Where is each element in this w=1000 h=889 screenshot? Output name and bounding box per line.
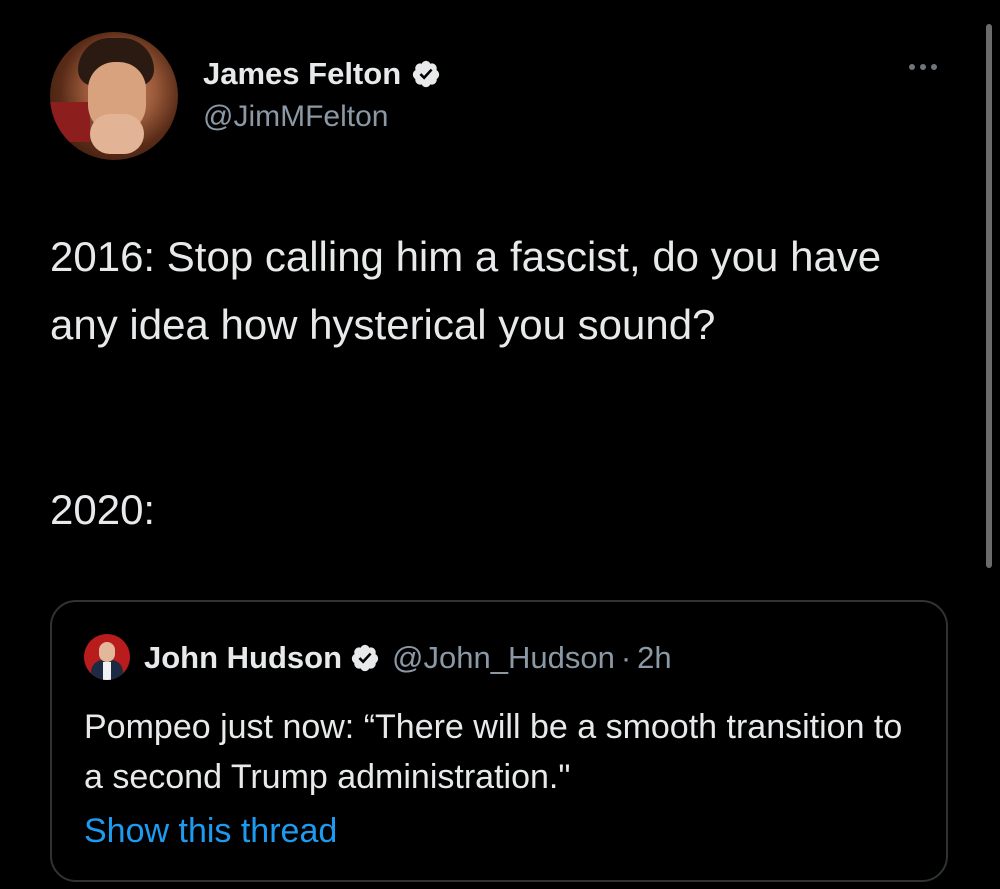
more-options-icon[interactable] [909, 64, 937, 70]
author-display-name[interactable]: James Felton [203, 56, 401, 92]
verified-badge-icon [351, 644, 379, 672]
quoted-tweet-time[interactable]: 2h [637, 640, 671, 676]
quoted-tweet-header: John Hudson @John_Hudson · 2h [144, 638, 672, 678]
avatar-face [99, 642, 115, 662]
quoted-tweet-text: Pompeo just now: “There will be a smooth… [84, 708, 903, 796]
header-separator: · [620, 640, 632, 675]
avatar-shirt [103, 662, 111, 680]
more-dot [931, 64, 937, 70]
avatar-hand [90, 114, 144, 154]
tweet-text-year: 2020: [50, 486, 156, 533]
author-name-row[interactable]: James Felton [203, 54, 441, 94]
verified-badge-icon [412, 60, 440, 88]
avatar-background [50, 102, 90, 142]
quoted-tweet[interactable]: John Hudson @John_Hudson · 2h Pompeo jus… [50, 600, 948, 882]
tweet-card: James Felton @JimMFelton 2016: Stop call… [0, 0, 1000, 889]
quoted-author-avatar[interactable] [84, 634, 130, 680]
author-handle[interactable]: @JimMFelton [203, 100, 388, 134]
tweet-text: 2016: Stop calling him a fascist, do you… [50, 233, 882, 348]
author-avatar[interactable] [50, 32, 178, 160]
more-dot [920, 64, 926, 70]
scrollbar[interactable] [986, 24, 992, 568]
show-thread-link[interactable]: Show this thread [84, 812, 337, 851]
more-dot [909, 64, 915, 70]
quoted-author-name[interactable]: John Hudson [144, 640, 342, 676]
quoted-author-handle[interactable]: @John_Hudson [392, 640, 615, 676]
